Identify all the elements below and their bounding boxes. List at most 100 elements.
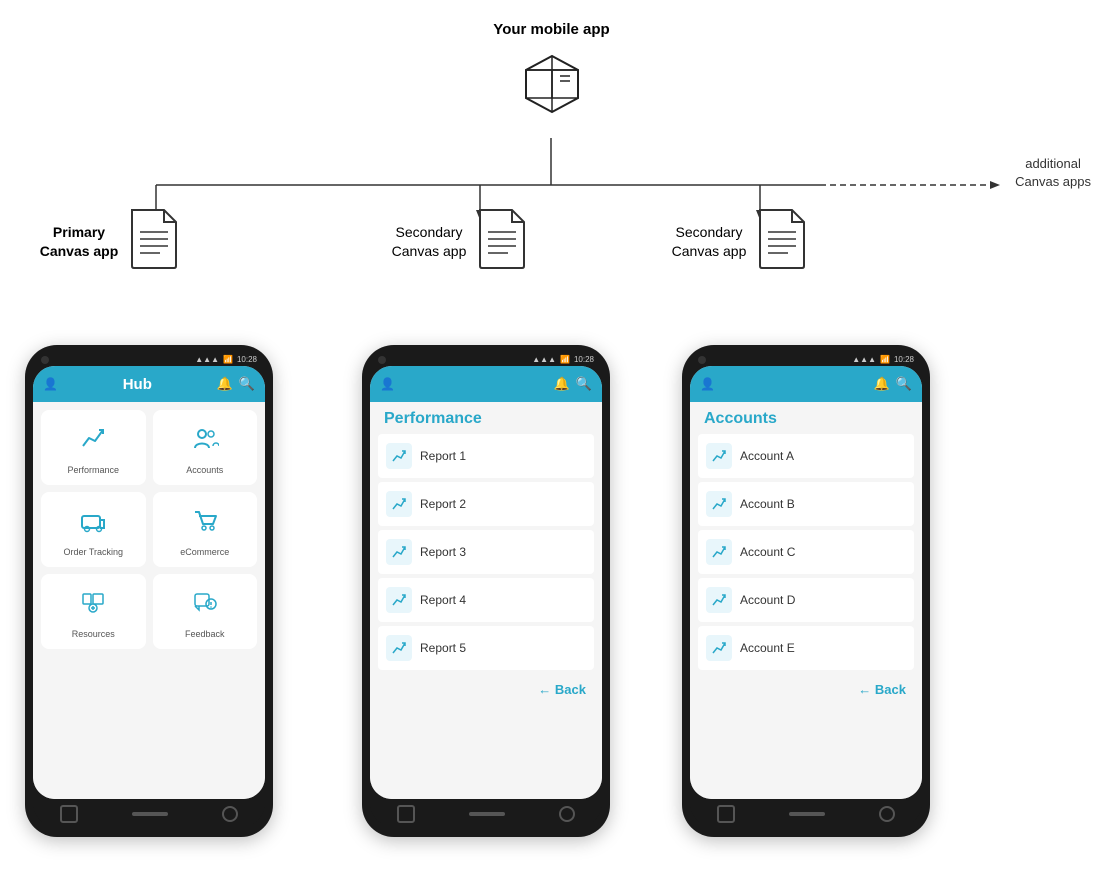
list-item-accountC[interactable]: Account C [698, 530, 914, 574]
phone3-content: Accounts Account A [690, 402, 922, 799]
doc-secondary2: SecondaryCanvas app [660, 208, 820, 275]
report1-label: Report 1 [420, 449, 466, 463]
resources-icon [79, 588, 107, 623]
secondary1-label: SecondaryCanvas app [392, 223, 467, 261]
phone-secondary2: ▲▲▲ 📶 10:28 👤 🔔 🔍 Accounts [682, 345, 930, 837]
package-icon [516, 46, 588, 123]
phone3-screen: 👤 🔔 🔍 Accounts [690, 366, 922, 799]
phone2-topbar: 👤 🔔 🔍 [370, 366, 602, 402]
search-icon: 🔍 [239, 376, 255, 392]
package-label: Your mobile app [493, 20, 609, 40]
list-item-accountB[interactable]: Account B [698, 482, 914, 526]
list-item-report2[interactable]: Report 2 [378, 482, 594, 526]
list-item-accountA[interactable]: Account A [698, 434, 914, 478]
primary-doc-icon [128, 208, 180, 275]
hub-tile-feedback[interactable]: Feedback [153, 574, 258, 649]
hub-tile-resources[interactable]: Resources [41, 574, 146, 649]
report2-icon [386, 491, 412, 517]
report4-icon [386, 587, 412, 613]
hub-tile-ecommerce[interactable]: eCommerce [153, 492, 258, 567]
bell-icon3: 🔔 [874, 376, 890, 392]
phone3-topbar: 👤 🔔 🔍 [690, 366, 922, 402]
status-bar-icons2: ▲▲▲ 📶 10:28 [532, 355, 594, 364]
phone2-list-title: Performance [378, 402, 594, 434]
accountD-icon [706, 587, 732, 613]
package-container: Your mobile app [472, 20, 632, 123]
phone1-bottom [33, 799, 265, 827]
phone2-user-icon: 👤 [380, 377, 395, 391]
phone1-user-icon: 👤 [43, 377, 58, 391]
resources-label: Resources [72, 629, 115, 639]
list-item-accountD[interactable]: Account D [698, 578, 914, 622]
time-display: 10:28 [237, 355, 257, 364]
home-btn-hw [132, 812, 168, 816]
accounts-label: Accounts [186, 465, 223, 475]
phone1-title: Hub [123, 376, 152, 393]
accountB-label: Account B [740, 497, 795, 511]
bell-icon2: 🔔 [554, 376, 570, 392]
accountA-icon [706, 443, 732, 469]
list-item-report4[interactable]: Report 4 [378, 578, 594, 622]
list-item-report5[interactable]: Report 5 [378, 626, 594, 670]
additional-canvas-label: additional Canvas apps [1015, 155, 1091, 191]
phone1-nav-icons: 🔔 🔍 [217, 376, 255, 392]
recents-btn-hw2 [559, 806, 575, 822]
camera-dot [41, 356, 49, 364]
phone1-screen: 👤 Hub 🔔 🔍 [33, 366, 265, 799]
phone1-content: Performance Accounts [33, 402, 265, 799]
status-bar-icons3: ▲▲▲ 📶 10:28 [852, 355, 914, 364]
accountB-icon [706, 491, 732, 517]
back-btn-hw2 [397, 805, 415, 823]
home-btn-hw3 [789, 812, 825, 816]
bell-icon: 🔔 [217, 376, 233, 392]
performance-icon [79, 424, 107, 459]
recents-btn-hw [222, 806, 238, 822]
camera-dot2 [378, 356, 386, 364]
list-item-report3[interactable]: Report 3 [378, 530, 594, 574]
feedback-label: Feedback [185, 629, 225, 639]
phone1-topbar: 👤 Hub 🔔 🔍 [33, 366, 265, 402]
phone2-content: Performance Report 1 [370, 402, 602, 799]
order-tracking-icon [79, 506, 107, 541]
accountD-label: Account D [740, 593, 795, 607]
search-icon2: 🔍 [576, 376, 592, 392]
hub-grid: Performance Accounts [41, 410, 257, 649]
phone2-back-btn[interactable]: ← Back [378, 674, 594, 701]
secondary2-doc-icon [756, 208, 808, 275]
report2-label: Report 2 [420, 497, 466, 511]
phone2-bottom [370, 799, 602, 827]
accountA-label: Account A [740, 449, 794, 463]
phone3-back-btn[interactable]: ← Back [698, 674, 914, 701]
doc-primary: PrimaryCanvas app [30, 208, 190, 275]
phone2-nav-icons: 🔔 🔍 [554, 376, 592, 392]
phone-secondary1: ▲▲▲ 📶 10:28 👤 🔔 🔍 Performance [362, 345, 610, 837]
report5-label: Report 5 [420, 641, 466, 655]
order-tracking-label: Order Tracking [63, 547, 123, 557]
hub-tile-accounts[interactable]: Accounts [153, 410, 258, 485]
phone3-list-title: Accounts [698, 402, 914, 434]
report3-label: Report 3 [420, 545, 466, 559]
phone-primary: ▲▲▲ 📶 10:28 👤 Hub 🔔 🔍 [25, 345, 273, 837]
secondary1-doc-icon [476, 208, 528, 275]
diagram: Your mobile app additional Canvas apps [0, 0, 1103, 882]
phone3-nav-icons: 🔔 🔍 [874, 376, 912, 392]
camera-dot3 [698, 356, 706, 364]
list-item-accountE[interactable]: Account E [698, 626, 914, 670]
home-btn-hw2 [469, 812, 505, 816]
primary-label: PrimaryCanvas app [40, 223, 119, 261]
ecommerce-icon [191, 506, 219, 541]
accountE-label: Account E [740, 641, 795, 655]
list-item-report1[interactable]: Report 1 [378, 434, 594, 478]
hub-tile-performance[interactable]: Performance [41, 410, 146, 485]
back-btn-hw3 [717, 805, 735, 823]
phone3-bottom [690, 799, 922, 827]
feedback-icon [191, 588, 219, 623]
accountC-icon [706, 539, 732, 565]
phone2-screen: 👤 🔔 🔍 Performance [370, 366, 602, 799]
report1-icon [386, 443, 412, 469]
ecommerce-label: eCommerce [180, 547, 229, 557]
search-icon3: 🔍 [896, 376, 912, 392]
doc-secondary1: SecondaryCanvas app [380, 208, 540, 275]
hub-tile-order-tracking[interactable]: Order Tracking [41, 492, 146, 567]
report4-label: Report 4 [420, 593, 466, 607]
